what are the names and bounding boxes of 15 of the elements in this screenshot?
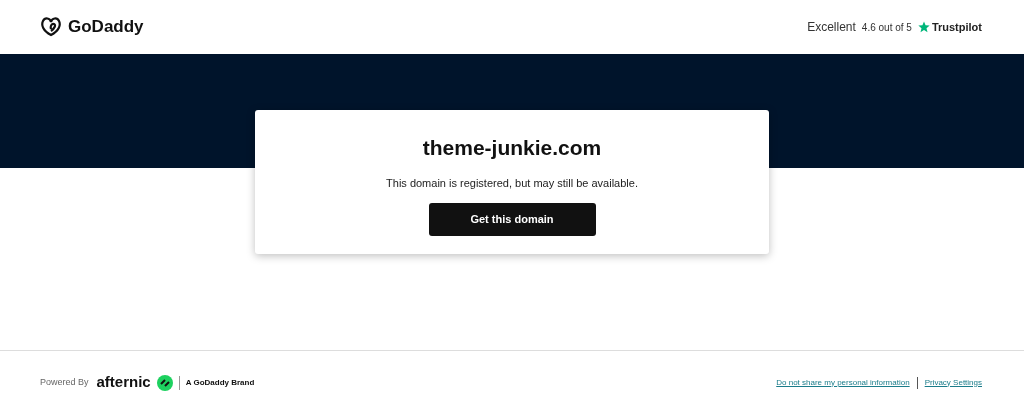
- rating-label: Excellent: [807, 19, 856, 36]
- footer-link[interactable]: Privacy Settings: [924, 376, 982, 389]
- domain-message: This domain is registered, but may still be available.: [386, 175, 638, 191]
- powered-by-label: Powered By: [40, 375, 89, 389]
- star-icon: [917, 21, 930, 33]
- logo-text[interactable]: GoDaddy: [68, 14, 144, 40]
- trustpilot-logo-text: Trustpilot: [931, 19, 982, 35]
- godaddy-brand-note: A GoDaddy Brand: [185, 376, 255, 389]
- rating-score: 4.6 out of 5: [861, 20, 912, 35]
- afternic-logo-icon: [156, 374, 173, 391]
- get-domain-button[interactable]: Get this domain: [428, 203, 596, 236]
- logo-icon: [40, 17, 62, 37]
- afternic-logo-text: afternic: [96, 372, 151, 393]
- domain-name: theme-junkie.com: [422, 135, 602, 161]
- footer-link[interactable]: Do not share my personal information: [776, 376, 910, 389]
